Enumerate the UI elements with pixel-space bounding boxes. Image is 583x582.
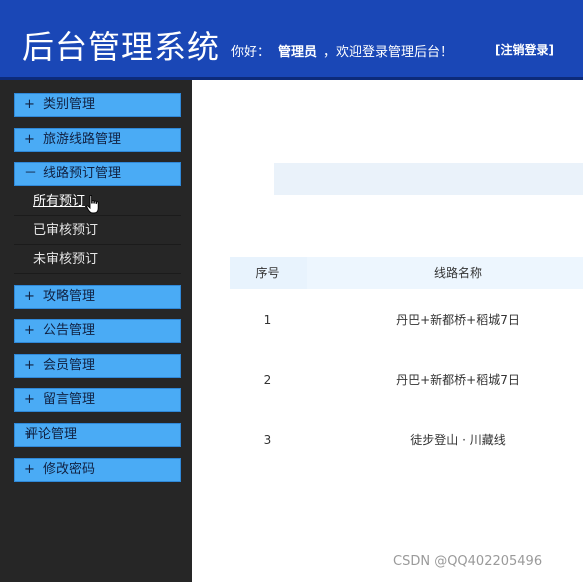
- greeting-suffix: ，欢迎登录管理后台！: [323, 45, 454, 60]
- subitem-label: 所有预订: [33, 194, 86, 209]
- expand-icon: +: [24, 392, 35, 407]
- logout-link[interactable]: [注销登录]: [495, 41, 554, 58]
- sidebar-item-announcements[interactable]: + 公告管理: [14, 319, 181, 343]
- sidebar-item-label: 修改密码: [43, 462, 96, 477]
- greeting-text: 你好： 管理员 ，欢迎登录管理后台！: [231, 41, 453, 60]
- subitem-pending-bookings[interactable]: 未审核预订: [14, 245, 181, 274]
- table-row: 1 丹巴+新都桥+稻城7日: [230, 308, 583, 332]
- table-header: 序号 线路名称: [230, 257, 583, 289]
- sidebar-item-label: 线路预订管理: [43, 166, 122, 181]
- expand-icon: +: [24, 132, 35, 147]
- sidebar-item-label: 会员管理: [43, 358, 96, 373]
- greeting-prefix: 你好：: [231, 45, 271, 60]
- sidebar-item-travel-routes[interactable]: + 旅游线路管理: [14, 128, 181, 152]
- sidebar-item-route-bookings[interactable]: － 线路预订管理: [14, 162, 181, 186]
- route-name: 丹巴+新都桥+稻城7日: [396, 373, 520, 387]
- current-user-name: 管理员: [278, 45, 318, 60]
- sidebar-item-label: 公告管理: [43, 323, 96, 338]
- main-content: 序号 线路名称 1 丹巴+新都桥+稻城7日 2 丹巴+新都桥+稻城7日 3 徒步…: [192, 80, 583, 582]
- table-row: 2 丹巴+新都桥+稻城7日: [230, 368, 583, 392]
- sidebar-item-comments[interactable]: +评论管理: [14, 423, 181, 447]
- subitem-approved-bookings[interactable]: 已审核预订: [14, 216, 181, 245]
- subitem-label: 未审核预订: [33, 252, 99, 267]
- watermark: CSDN @QQ402205496: [393, 554, 543, 569]
- expand-icon: +: [24, 358, 35, 373]
- sidebar: + 类别管理 + 旅游线路管理 － 线路预订管理 所有预订 已审核预订 未审核预订 +…: [0, 80, 192, 582]
- sidebar-item-label: 旅游线路管理: [43, 132, 122, 147]
- sidebar-item-guides[interactable]: + 攻略管理: [14, 285, 181, 309]
- sidebar-item-label: 留言管理: [43, 392, 96, 407]
- column-header-no: 序号: [255, 266, 280, 280]
- sidebar-item-category[interactable]: + 类别管理: [14, 93, 181, 117]
- row-number: 1: [263, 313, 272, 327]
- row-number: 2: [263, 373, 272, 387]
- hand-pointer-icon: [86, 195, 99, 214]
- row-number: 3: [263, 433, 272, 447]
- route-name: 丹巴+新都桥+稻城7日: [396, 313, 520, 327]
- sidebar-item-label: 攻略管理: [43, 289, 96, 304]
- expand-icon: +: [24, 97, 35, 112]
- sidebar-item-members[interactable]: + 会员管理: [14, 354, 181, 378]
- sidebar-item-label: 类别管理: [43, 97, 96, 112]
- subitem-label: 已审核预订: [33, 223, 99, 238]
- search-bar: [274, 163, 583, 195]
- route-name: 徒步登山 · 川藏线: [410, 433, 506, 447]
- app-title: 后台管理系统: [22, 28, 221, 66]
- expand-icon: +: [24, 323, 35, 338]
- collapse-icon: －: [24, 166, 38, 181]
- sidebar-item-change-password[interactable]: + 修改密码: [14, 458, 181, 482]
- header-bar: 后台管理系统 你好： 管理员 ，欢迎登录管理后台！ [注销登录]: [0, 0, 583, 80]
- table-row: 3 徒步登山 · 川藏线: [230, 428, 583, 452]
- expand-icon: +: [24, 289, 35, 304]
- column-header-route-name: 线路名称: [307, 257, 583, 289]
- expand-icon: +: [24, 462, 35, 477]
- sidebar-item-label: 评论管理: [25, 427, 78, 442]
- sidebar-item-messages[interactable]: + 留言管理: [14, 388, 181, 412]
